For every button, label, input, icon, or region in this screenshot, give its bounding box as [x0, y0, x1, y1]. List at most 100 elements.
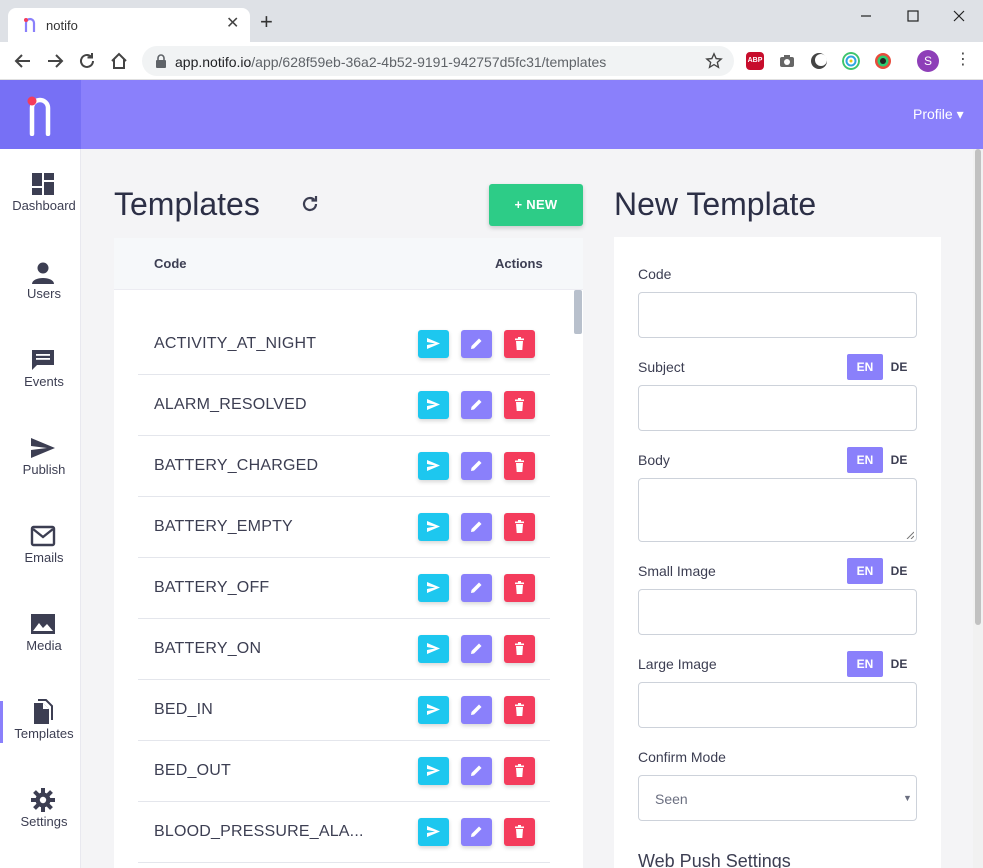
page-title: Templates — [114, 186, 260, 222]
template-code[interactable]: BLOOD_PRESSURE_ALA... — [154, 823, 364, 841]
sidebar-item-label: Settings — [20, 814, 68, 829]
small-image-lang-en-button[interactable]: EN — [847, 558, 883, 584]
body-textarea[interactable] — [638, 478, 917, 542]
sidebar-item-media[interactable]: Media — [0, 589, 81, 677]
send-button[interactable] — [418, 818, 449, 846]
confirm-mode-select[interactable]: Seen ▼ — [638, 775, 917, 821]
send-button[interactable] — [418, 696, 449, 724]
sidebar-item-emails[interactable]: Emails — [0, 501, 81, 589]
profile-avatar[interactable]: S — [917, 50, 939, 72]
send-icon — [427, 704, 440, 715]
sidebar-item-users[interactable]: Users — [0, 237, 81, 325]
send-button[interactable] — [418, 513, 449, 541]
app-logo[interactable] — [0, 80, 81, 149]
template-code[interactable]: BATTERY_OFF — [154, 579, 269, 597]
edit-button[interactable] — [461, 696, 492, 724]
send-button[interactable] — [418, 757, 449, 785]
maximize-icon[interactable] — [903, 6, 923, 26]
chevron-down-icon: ▼ — [903, 793, 912, 803]
edit-button[interactable] — [461, 757, 492, 785]
subject-lang-en-button[interactable]: EN — [847, 354, 883, 380]
pencil-icon — [471, 521, 482, 532]
minimize-icon[interactable] — [856, 6, 876, 26]
sidebar-item-templates[interactable]: Templates — [0, 677, 81, 765]
edit-button[interactable] — [461, 635, 492, 663]
delete-button[interactable] — [504, 757, 535, 785]
send-button[interactable] — [418, 635, 449, 663]
adblock-extension-icon[interactable]: ABP — [746, 52, 764, 70]
edit-button[interactable] — [461, 574, 492, 602]
sidebar-item-events[interactable]: Events — [0, 325, 81, 413]
template-code[interactable]: BATTERY_CHARGED — [154, 457, 318, 475]
template-code[interactable]: BED_IN — [154, 701, 213, 719]
small-image-input[interactable] — [638, 589, 917, 635]
back-icon[interactable] — [13, 51, 33, 71]
bookmark-star-icon[interactable] — [705, 52, 723, 70]
template-code[interactable]: BATTERY_ON — [154, 640, 261, 658]
table-row: BATTERY_CHARGED — [138, 436, 550, 497]
send-button[interactable] — [418, 452, 449, 480]
sidebar-item-dashboard[interactable]: Dashboard — [0, 149, 81, 237]
delete-button[interactable] — [504, 330, 535, 358]
url-text[interactable]: app.notifo.io/app/628f59eb-36a2-4b52-919… — [175, 54, 606, 70]
browser-menu-icon[interactable]: ⋮ — [955, 52, 971, 68]
small-image-label: Small Image — [638, 563, 716, 579]
template-code[interactable]: ACTIVITY_AT_NIGHT — [154, 335, 316, 353]
color-extension-icon[interactable] — [842, 52, 860, 70]
dark-mode-extension-icon[interactable] — [810, 52, 828, 70]
delete-button[interactable] — [504, 696, 535, 724]
new-template-button[interactable]: + NEW — [489, 184, 583, 226]
edit-button[interactable] — [461, 818, 492, 846]
large-image-lang-de-button[interactable]: DE — [888, 651, 910, 677]
reload-icon[interactable] — [77, 51, 97, 71]
edit-button[interactable] — [461, 452, 492, 480]
close-window-icon[interactable] — [949, 6, 969, 26]
forward-icon[interactable] — [45, 51, 65, 71]
delete-button[interactable] — [504, 452, 535, 480]
large-image-lang-en-button[interactable]: EN — [847, 651, 883, 677]
body-lang-de-button[interactable]: DE — [888, 447, 910, 473]
template-code[interactable]: ALARM_RESOLVED — [154, 396, 307, 414]
small-image-lang-de-button[interactable]: DE — [888, 558, 910, 584]
lock-icon — [156, 54, 166, 68]
eye-extension-icon[interactable] — [874, 52, 892, 70]
image-icon — [31, 614, 55, 634]
delete-button[interactable] — [504, 574, 535, 602]
tab-close-icon[interactable]: ✕ — [226, 15, 239, 33]
subject-input[interactable] — [638, 385, 917, 431]
trash-icon — [515, 581, 524, 594]
body-lang-en-button[interactable]: EN — [847, 447, 883, 473]
user-icon — [32, 262, 54, 284]
large-image-input[interactable] — [638, 682, 917, 728]
new-tab-button[interactable]: + — [260, 11, 273, 33]
refresh-icon[interactable] — [299, 193, 321, 215]
template-code[interactable]: BATTERY_EMPTY — [154, 518, 293, 536]
camera-extension-icon[interactable] — [778, 52, 796, 70]
profile-menu[interactable]: Profile ▾ — [913, 106, 964, 123]
subject-lang-de-button[interactable]: DE — [888, 354, 910, 380]
delete-button[interactable] — [504, 635, 535, 663]
sidebar-item-label: Templates — [14, 726, 74, 741]
resize-grip-icon[interactable] — [906, 531, 914, 539]
edit-button[interactable] — [461, 513, 492, 541]
sidebar-item-label: Events — [24, 374, 64, 389]
list-scrollbar-thumb[interactable] — [574, 290, 582, 334]
delete-button[interactable] — [504, 818, 535, 846]
page-scrollbar-thumb[interactable] — [975, 149, 981, 625]
send-button[interactable] — [418, 391, 449, 419]
edit-button[interactable] — [461, 330, 492, 358]
browser-tab[interactable]: notifo ✕ — [8, 8, 250, 42]
delete-button[interactable] — [504, 391, 535, 419]
edit-button[interactable] — [461, 391, 492, 419]
form-title: New Template — [614, 186, 817, 222]
send-button[interactable] — [418, 330, 449, 358]
code-input[interactable] — [638, 292, 917, 338]
home-icon[interactable] — [109, 51, 129, 71]
delete-button[interactable] — [504, 513, 535, 541]
table-row: BATTERY_ON — [138, 619, 550, 680]
send-button[interactable] — [418, 574, 449, 602]
address-bar[interactable]: app.notifo.io/app/628f59eb-36a2-4b52-919… — [142, 46, 734, 76]
sidebar-item-settings[interactable]: Settings — [0, 765, 81, 853]
sidebar-item-publish[interactable]: Publish — [0, 413, 81, 501]
template-code[interactable]: BED_OUT — [154, 762, 231, 780]
